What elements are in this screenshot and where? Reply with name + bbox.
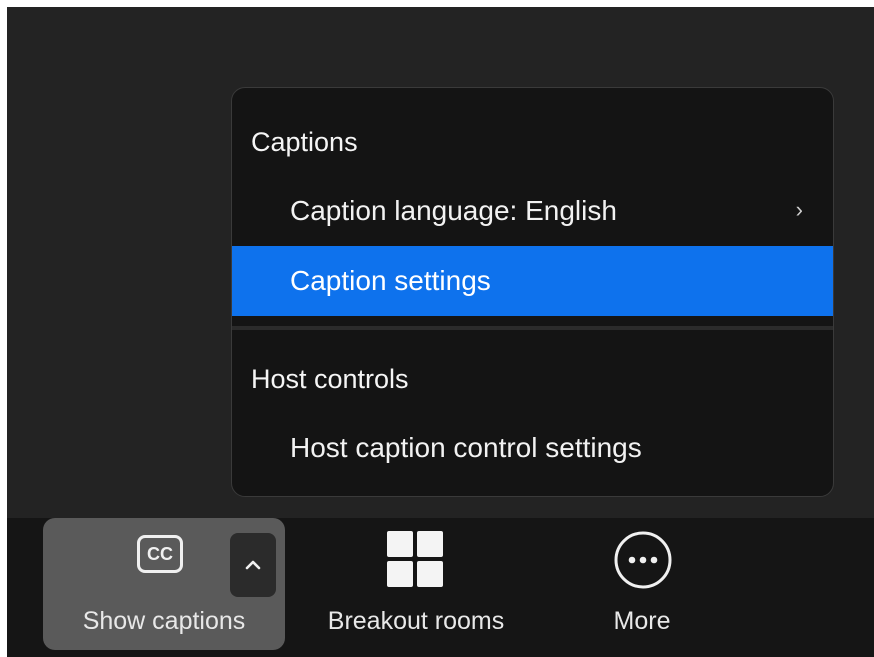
more-horizontal-icon — [614, 531, 672, 589]
show-captions-button[interactable]: CC Show captions — [43, 518, 285, 650]
show-captions-label: Show captions — [82, 607, 246, 635]
breakout-rooms-label: Breakout rooms — [327, 607, 505, 635]
captions-menu: Captions Caption language: English › Cap… — [231, 87, 834, 497]
cc-icon: CC — [137, 535, 183, 573]
captions-section-header: Captions — [251, 127, 358, 157]
grid-icon — [387, 531, 443, 587]
host-caption-control-settings-label: Host caption control settings — [290, 432, 642, 463]
more-label: More — [613, 607, 671, 635]
breakout-rooms-button[interactable]: Breakout rooms — [299, 518, 533, 650]
caption-settings-label: Caption settings — [290, 265, 491, 296]
host-controls-section-header: Host controls — [251, 364, 409, 394]
meeting-window: Captions Caption language: English › Cap… — [7, 7, 874, 657]
caption-settings-item[interactable]: Caption settings — [232, 246, 833, 316]
chevron-right-icon: › — [795, 197, 803, 222]
more-button[interactable]: More — [567, 518, 717, 650]
menu-divider — [232, 326, 833, 330]
meeting-toolbar: CC Show captions Breakout rooms More — [7, 518, 874, 657]
captions-options-caret-button[interactable] — [230, 533, 276, 597]
caption-language-item[interactable]: Caption language: English › — [232, 176, 833, 246]
chevron-up-icon — [245, 560, 261, 570]
host-caption-control-settings-item[interactable]: Host caption control settings — [232, 413, 833, 483]
caption-language-label: Caption language: English — [290, 195, 617, 226]
